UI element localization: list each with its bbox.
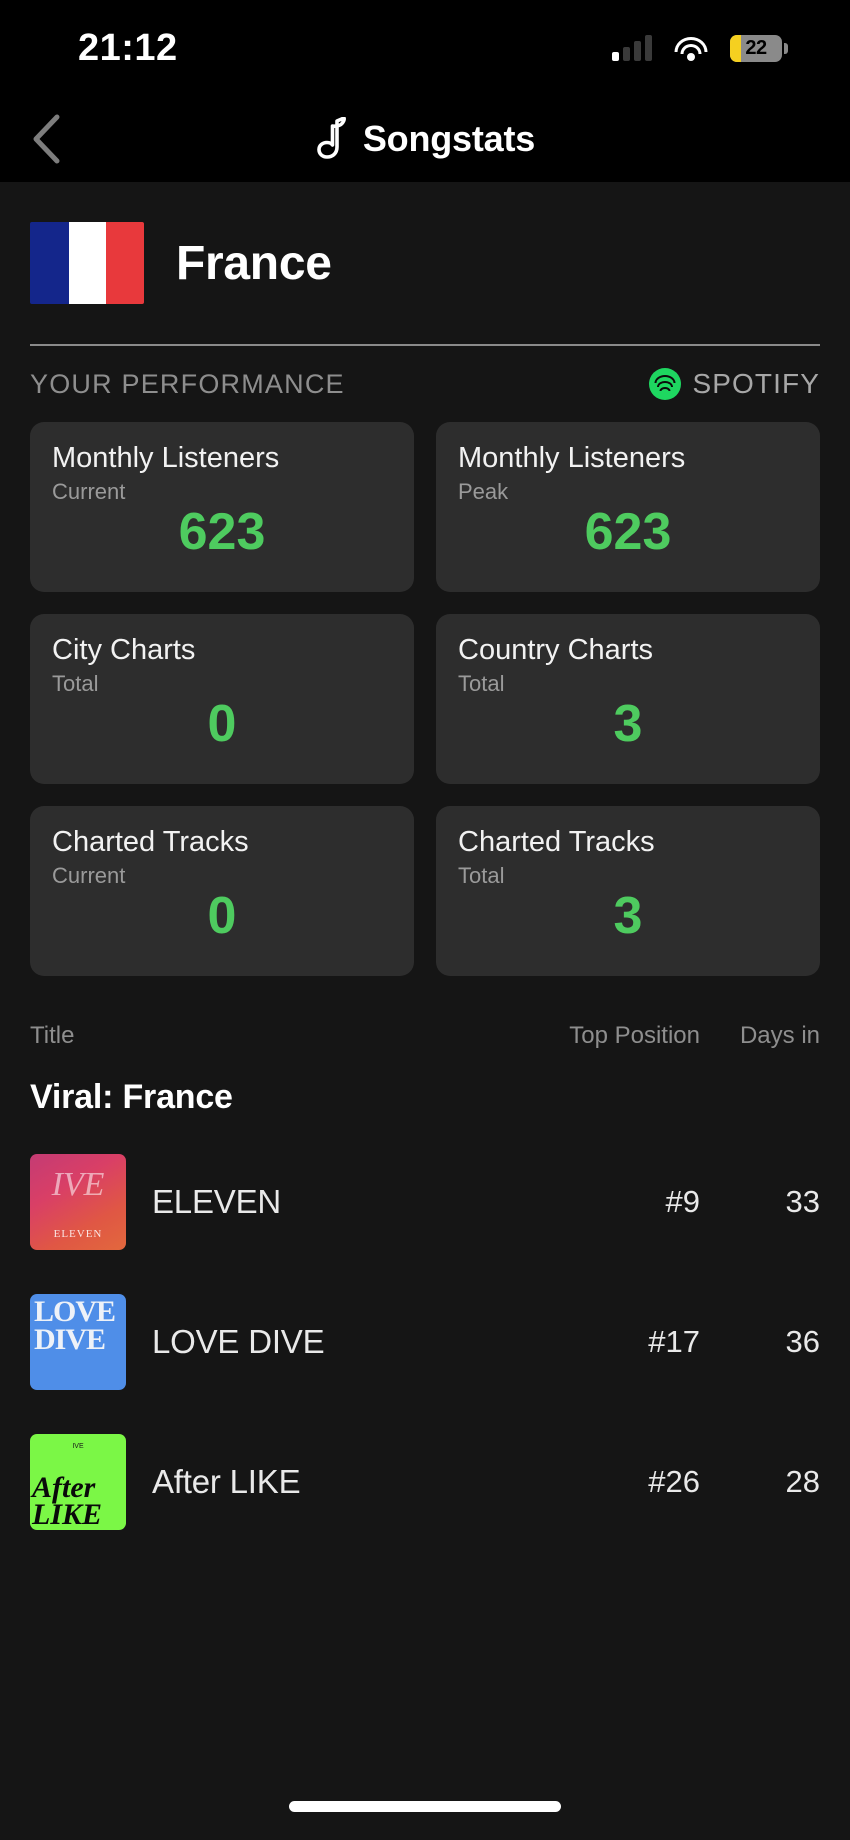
stat-card-title: Monthly Listeners [458,442,686,474]
column-header-title: Title [30,1022,75,1049]
stat-card-grid: Monthly Listeners Current 623 Monthly Li… [0,400,850,976]
status-bar-time: 21:12 [78,26,178,69]
track-title: ELEVEN [152,1183,282,1220]
stat-card-title: Charted Tracks [52,826,249,858]
album-art-label: ELEVEN [53,1228,103,1240]
stat-card[interactable]: City Charts Total 0 [30,614,414,784]
stat-card[interactable]: Monthly Listeners Current 623 [30,422,414,592]
track-title: After LIKE [152,1463,301,1500]
battery-tip [784,42,788,54]
track-days-in: 28 [785,1464,820,1499]
stat-card-title: Monthly Listeners [52,442,280,474]
phone-screen: 21:12 22 Songstats France YOUR PERFORMAN… [0,0,850,1840]
table-row[interactable]: LOVE DIVE LOVE DIVE #17 36 [30,1287,820,1397]
status-bar: 21:12 22 [0,0,850,96]
spotify-icon [648,368,681,400]
battery-body: 22 [730,34,782,62]
album-art-mark: LOVE DIVE [34,1295,116,1356]
table-row[interactable]: IVE After LIKE After LIKE #26 28 [30,1427,820,1537]
stat-card-title: Country Charts [458,634,654,666]
charts-table: Title Top Position Days in Viral: France… [0,976,850,1537]
country-header: France [0,182,850,304]
home-indicator[interactable] [289,1801,561,1812]
column-header-top-position: Top Position [569,1022,700,1049]
chart-section-heading: Viral: France [30,1078,233,1116]
battery-icon: 22 [730,34,788,62]
source-name: SPOTIFY [692,368,820,399]
stat-card-value: 623 [178,503,266,561]
stat-card-value: 623 [584,503,672,561]
stat-card[interactable]: Country Charts Total 3 [436,614,820,784]
page-title: France [176,236,332,290]
performance-section-label: YOUR PERFORMANCE [30,368,345,399]
album-art-after-like: IVE After LIKE [30,1434,126,1530]
track-days-in: 33 [785,1184,820,1219]
track-top-position: #9 [665,1184,700,1219]
france-flag-icon [30,222,144,304]
track-top-position: #26 [648,1464,700,1499]
column-header-days-in: Days in [739,1022,820,1049]
stat-card-value: 0 [207,887,237,945]
cellular-signal-icon [612,35,652,61]
album-art-mark: After LIKE [32,1471,103,1530]
status-bar-indicators: 22 [612,34,788,62]
album-art-eleven: IVE ELEVEN [30,1154,126,1250]
table-row[interactable]: IVE ELEVEN ELEVEN #9 33 [30,1147,820,1257]
stat-card-value: 3 [613,887,643,945]
navigation-bar: Songstats [0,96,850,182]
stat-card-title: City Charts [52,634,196,666]
source-selector[interactable]: SPOTIFY [648,368,821,400]
songstats-logo-icon [317,117,346,159]
performance-header: YOUR PERFORMANCE SPOTIFY [0,346,850,400]
stat-card[interactable]: Charted Tracks Total 3 [436,806,820,976]
track-days-in: 36 [785,1324,820,1359]
stat-card[interactable]: Charted Tracks Current 0 [30,806,414,976]
chevron-left-icon [33,114,60,164]
stat-card-value: 0 [207,695,237,753]
back-button[interactable] [18,111,74,167]
album-art-mark: IVE [51,1166,105,1203]
table-header: Title Top Position Days in [30,1022,820,1050]
battery-percent-label: 22 [745,36,767,59]
stat-card-title: Charted Tracks [458,826,655,858]
page-content: France YOUR PERFORMANCE SPOTIFY Monthly … [0,182,850,1840]
track-top-position: #17 [648,1324,700,1359]
album-art-love-dive: LOVE DIVE [30,1294,126,1390]
battery-fill [730,34,742,62]
app-name: Songstats [362,118,536,159]
stat-card-value: 3 [613,695,643,753]
album-art-credit: IVE [72,1443,84,1450]
wifi-icon [674,35,708,61]
track-title: LOVE DIVE [152,1323,325,1360]
app-brand: Songstats [315,117,535,161]
stat-card[interactable]: Monthly Listeners Peak 623 [436,422,820,592]
